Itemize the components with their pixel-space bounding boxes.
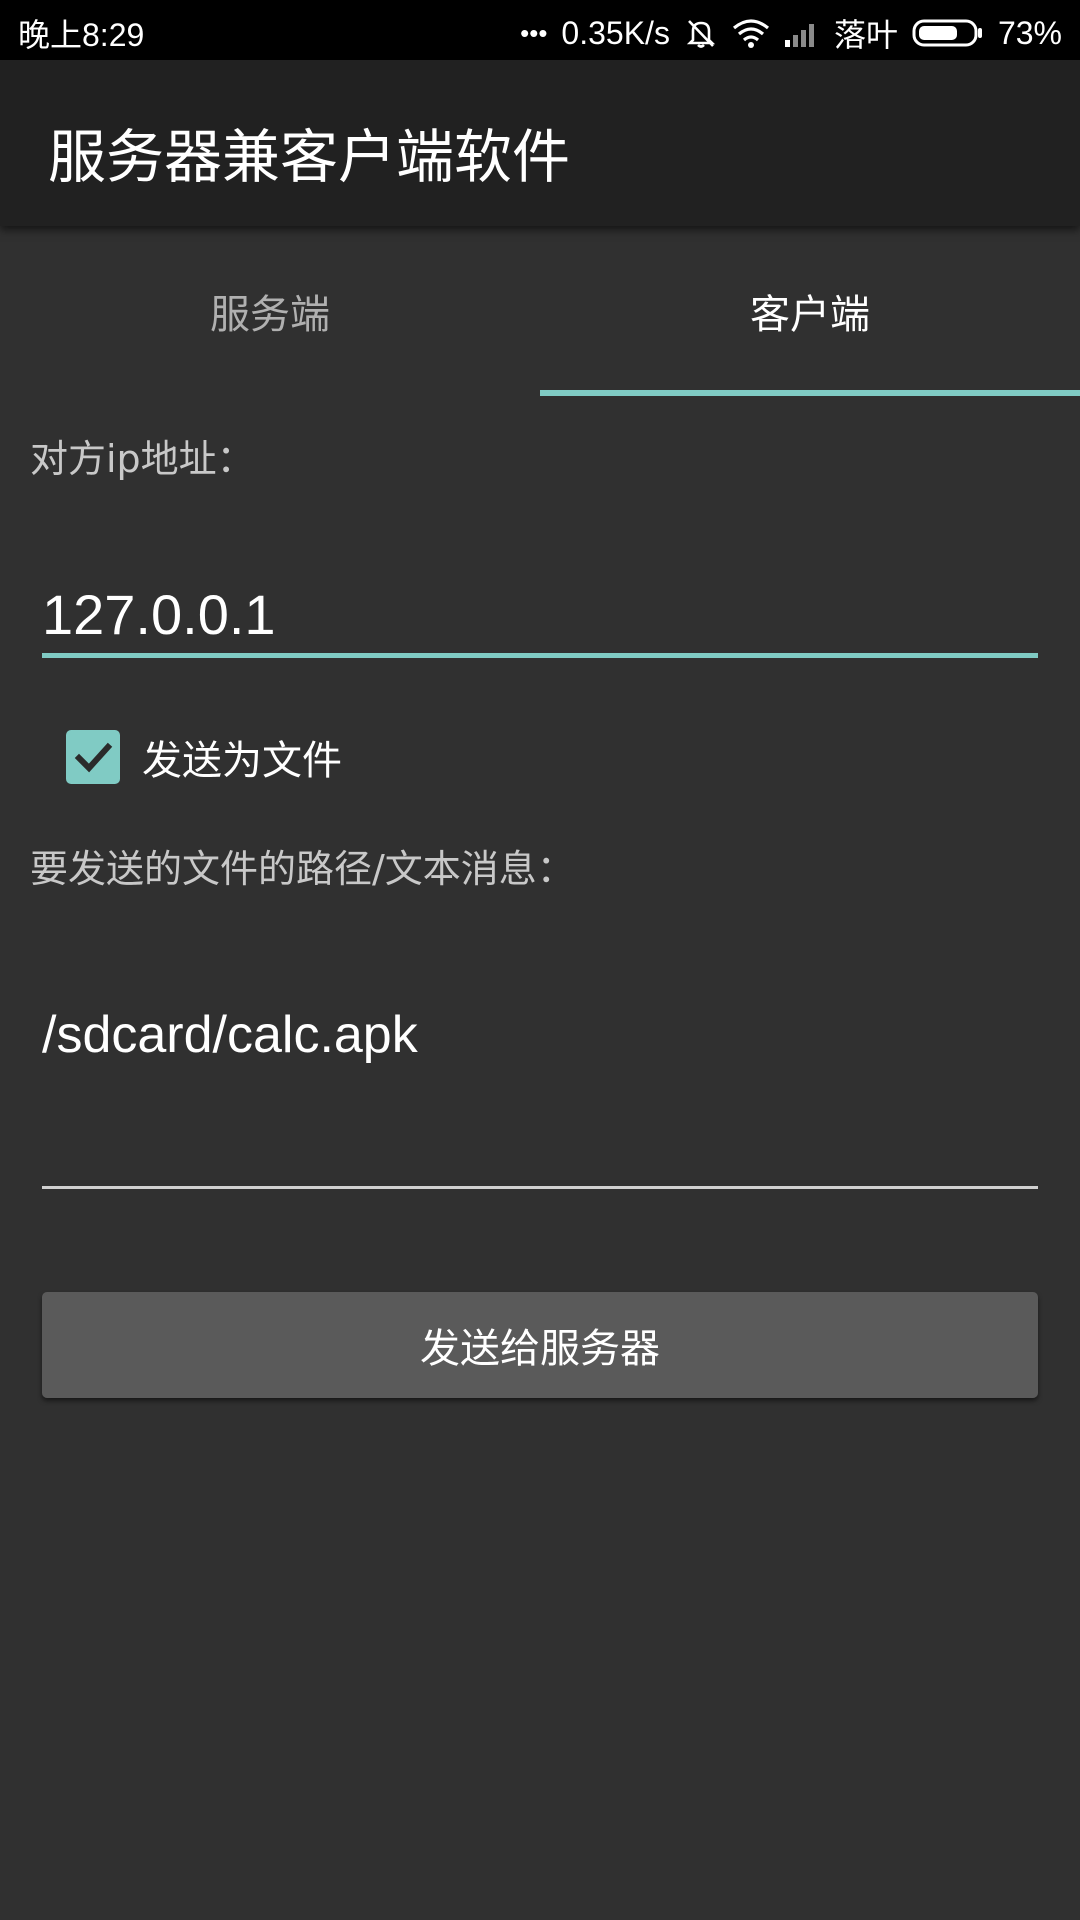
tab-server[interactable]: 服务端 [0,226,540,396]
send-to-server-label: 发送给服务器 [420,1326,660,1372]
path-label: 要发送的文件的路径/文本消息： [30,847,575,891]
path-input[interactable] [42,990,1038,1080]
ip-underline [42,653,1038,658]
ip-input[interactable] [42,576,1038,652]
tab-bar: 服务端 客户端 [0,226,1080,396]
mute-icon [684,16,718,50]
wifi-icon [732,17,770,49]
network-speed: 0.35K/s [561,14,670,51]
app-toolbar: 服务器兼客户端软件 [0,60,1080,226]
status-dots: ••• [520,17,548,48]
signal-icon [784,18,820,48]
checkmark-icon [74,742,113,773]
send-as-file-label: 发送为文件 [142,738,342,784]
app-title: 服务器兼客户端软件 [48,123,571,191]
status-bar: 晚上8:29 ••• 0.35K/s 落叶 73% [0,0,1080,60]
send-as-file-checkbox[interactable]: 发送为文件 [66,730,342,784]
tab-client[interactable]: 客户端 [540,226,1080,396]
tab-indicator [540,390,1080,396]
carrier-name: 落叶 [833,17,898,53]
battery-icon [912,18,984,48]
status-time: 晚上8:29 [18,17,145,53]
tab-client-label: 客户端 [750,292,870,338]
send-to-server-button[interactable]: 发送给服务器 [42,1292,1038,1398]
path-field [42,990,1038,1190]
screen: 晚上8:29 ••• 0.35K/s 落叶 73% 服务器兼客户端软件 服务端 … [0,0,1080,1920]
ip-label: 对方ip地址： [30,437,255,481]
status-icons: ••• 0.35K/s 落叶 73% [520,10,1062,56]
battery-percent: 73% [997,14,1062,51]
path-underline [42,1186,1038,1189]
tab-server-label: 服务端 [210,292,330,338]
checkbox-box[interactable] [66,730,120,784]
ip-field [42,576,1038,658]
